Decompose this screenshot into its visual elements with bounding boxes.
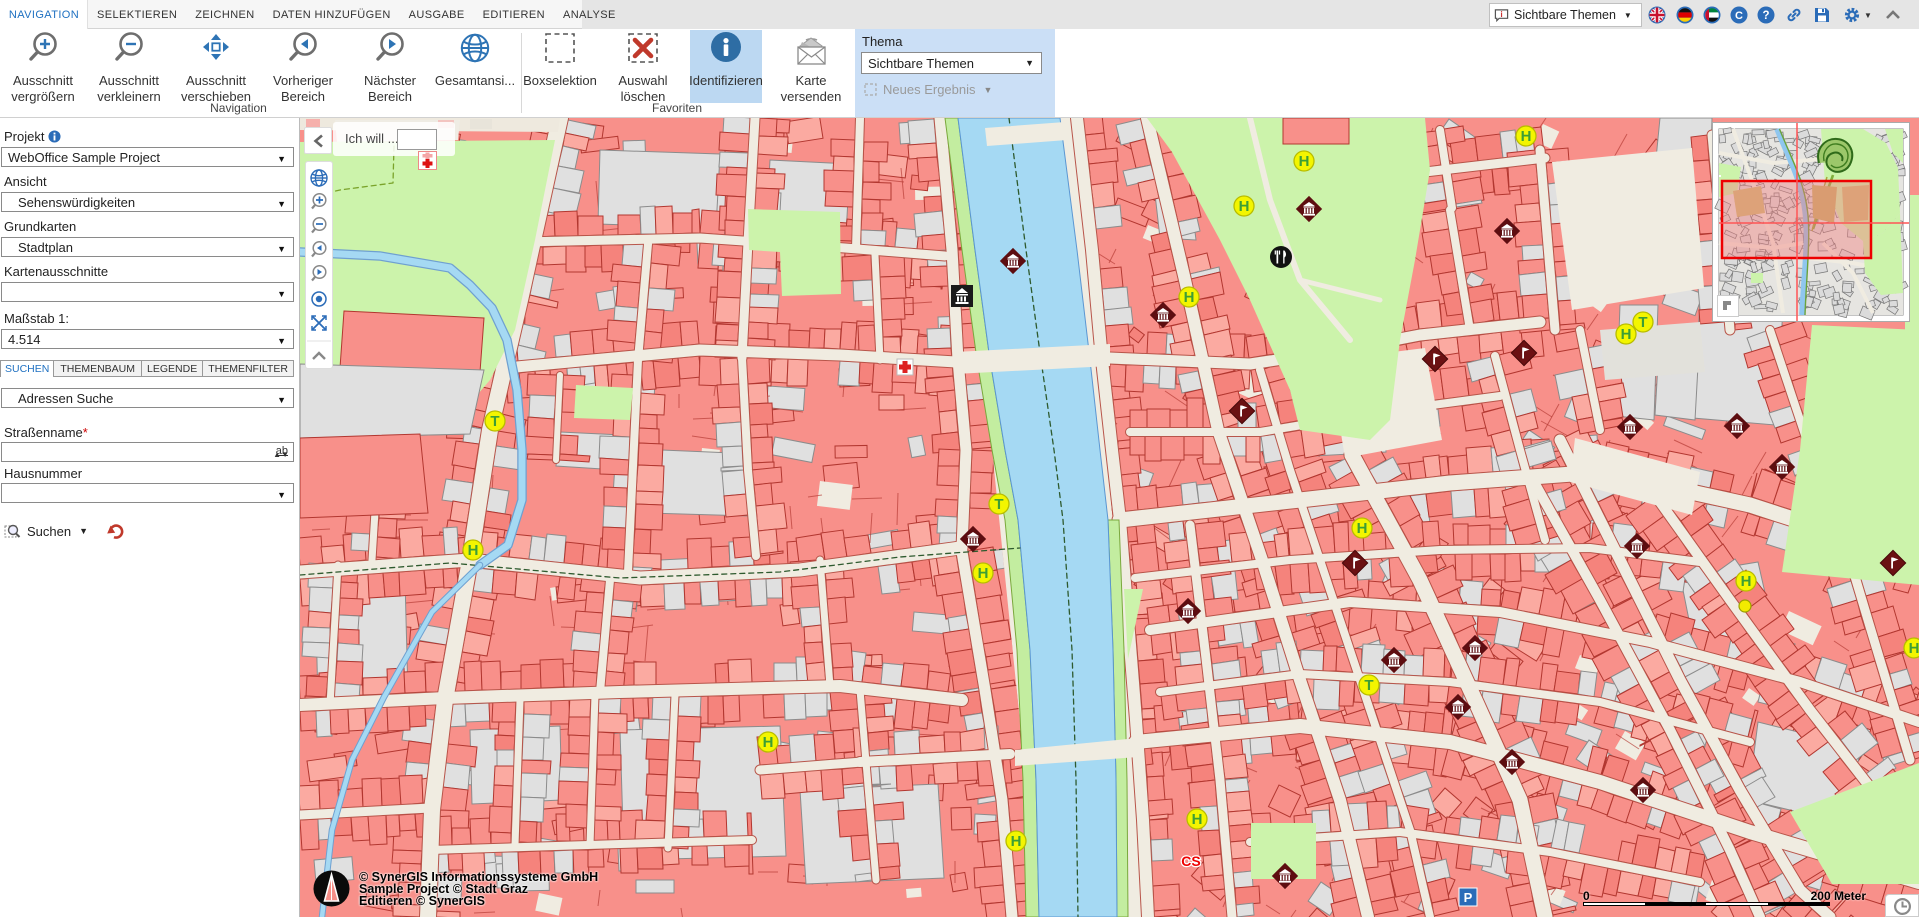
svg-text:T: T — [1638, 314, 1647, 331]
svg-text:H: H — [1521, 128, 1532, 145]
svg-text:T: T — [490, 413, 499, 430]
svg-text:H: H — [1192, 811, 1203, 828]
svg-text:i: i — [1500, 8, 1502, 18]
svg-text:H: H — [1011, 833, 1022, 850]
svg-text:H: H — [1909, 640, 1919, 657]
svg-text:H: H — [1357, 520, 1368, 537]
svg-text:H: H — [468, 542, 479, 559]
svg-text:H: H — [1184, 289, 1195, 306]
svg-text:H: H — [1239, 198, 1250, 215]
svg-text:C: C — [1735, 10, 1743, 22]
svg-text:H: H — [763, 734, 774, 751]
svg-text:T: T — [1364, 677, 1373, 694]
svg-text:H: H — [1741, 573, 1752, 590]
svg-text:CS: CS — [1181, 853, 1200, 869]
svg-text:T: T — [994, 496, 1003, 513]
svg-text:?: ? — [1762, 10, 1769, 22]
svg-text:H: H — [1299, 153, 1310, 170]
svg-text:P: P — [1464, 890, 1473, 905]
svg-text:H: H — [978, 565, 989, 582]
svg-text:H: H — [1621, 326, 1632, 343]
